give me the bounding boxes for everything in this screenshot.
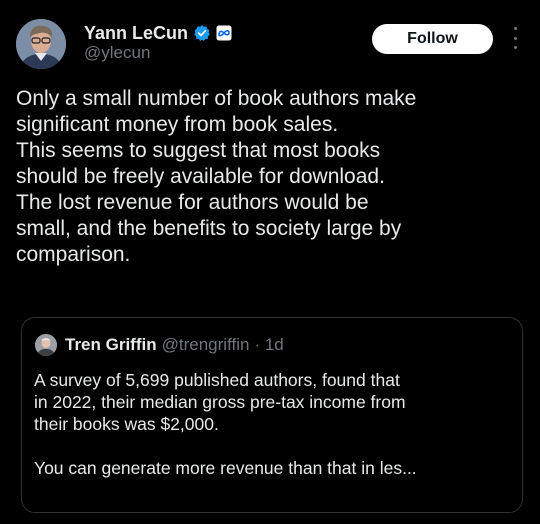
quoted-author-name[interactable]: Tren Griffin xyxy=(65,335,157,355)
more-dot xyxy=(513,36,517,40)
tweet-text-line: comparison. xyxy=(16,243,131,266)
follow-button[interactable]: Follow xyxy=(372,24,493,54)
tweet-text-line: small, and the benefits to society large… xyxy=(16,217,402,240)
more-dot xyxy=(513,27,517,30)
quoted-author-handle[interactable]: @trengriffin xyxy=(162,335,250,355)
quoted-text-line: their books was $2,000. xyxy=(34,414,219,434)
tweet-text-line: should be freely available for download. xyxy=(16,165,385,188)
tweet-text-line: The lost revenue for authors would be xyxy=(16,191,369,214)
quoted-text-line: in 2022, their median gross pre-tax inco… xyxy=(34,392,406,412)
tweet-text-line: Only a small number of book authors make xyxy=(16,87,417,110)
quoted-text-line: You can generate more revenue than that … xyxy=(34,458,417,478)
more-dot xyxy=(513,46,517,49)
author-handle[interactable]: @ylecun xyxy=(84,43,150,63)
verified-badge-icon xyxy=(193,24,211,42)
quoted-text-line: A survey of 5,699 published authors, fou… xyxy=(34,370,400,390)
author-name-row: Yann LeCun xyxy=(84,21,232,45)
quoted-tweet-text: A survey of 5,699 published authors, fou… xyxy=(34,369,514,479)
quoted-author-avatar xyxy=(35,334,57,356)
author-name[interactable]: Yann LeCun xyxy=(84,23,188,44)
quoted-tweet-header: Tren Griffin @trengriffin · 1d xyxy=(65,335,284,355)
more-vertical-icon[interactable] xyxy=(510,27,520,49)
quoted-tweet-card[interactable]: Tren Griffin @trengriffin · 1d A survey … xyxy=(21,317,523,513)
author-avatar[interactable] xyxy=(16,19,66,69)
meta-logo-icon[interactable] xyxy=(216,25,232,41)
tweet-text-line: This seems to suggest that most books xyxy=(16,139,381,162)
quoted-tweet-time: · 1d xyxy=(254,335,284,354)
tweet-text: Only a small number of book authors make… xyxy=(16,86,526,268)
tweet-text-line: significant money from book sales. xyxy=(16,113,339,136)
